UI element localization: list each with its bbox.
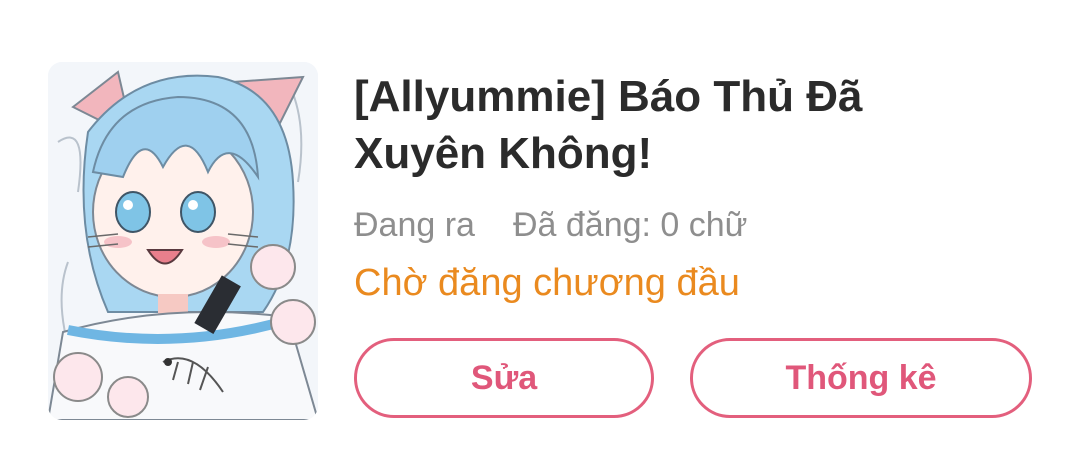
book-title[interactable]: [Allyummie] Báo Thủ Đã Xuyên Không! (354, 68, 994, 182)
pending-chapter-notice: Chờ đăng chương đầu (354, 262, 740, 304)
status-label: Đang ra (354, 205, 475, 244)
edit-button[interactable]: Sửa (354, 338, 654, 418)
statistics-button[interactable]: Thống kê (690, 338, 1032, 418)
book-meta: Đang ra Đã đăng: 0 chữ (354, 203, 747, 247)
book-card: [Allyummie] Báo Thủ Đã Xuyên Không! Đang… (0, 0, 1080, 474)
published-count: Đã đăng: 0 chữ (512, 205, 748, 244)
book-cover-image[interactable] (48, 62, 318, 420)
